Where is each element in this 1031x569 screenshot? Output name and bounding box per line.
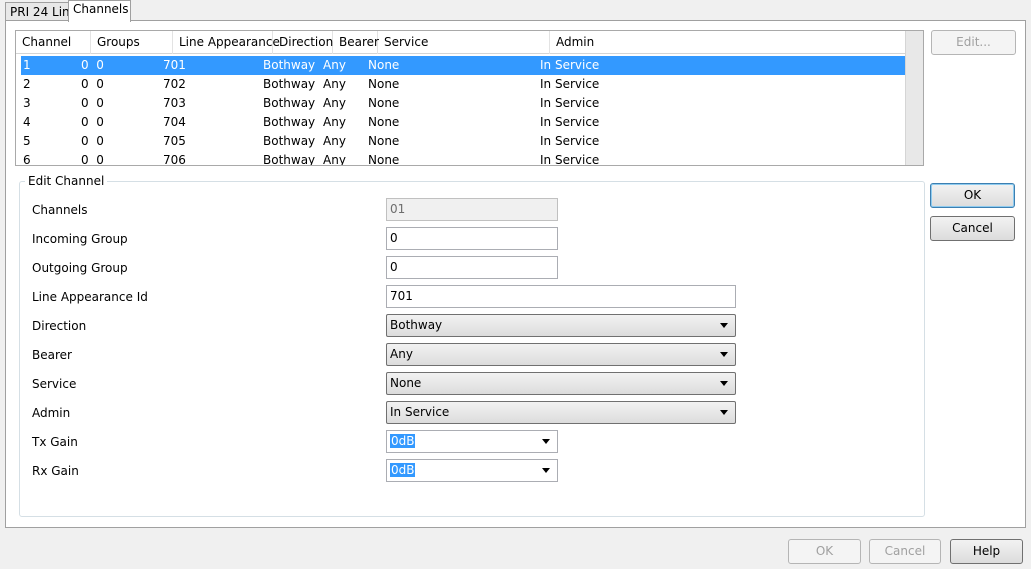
- cell-channel: 2: [23, 77, 31, 91]
- admin-dropdown-value: In Service: [390, 405, 450, 419]
- table-row[interactable]: 3 0 0 703 Bothway Any None In Service: [21, 94, 906, 113]
- cell-direction: Bothway: [263, 134, 316, 148]
- cell-groups: 0 0: [81, 77, 104, 91]
- cell-admin: In Service: [540, 115, 600, 129]
- channels-label: Channels: [32, 203, 88, 217]
- cell-line-appearance: 701: [163, 58, 186, 72]
- admin-dropdown[interactable]: In Service: [386, 401, 736, 424]
- edit-channel-title: Edit Channel: [25, 174, 108, 188]
- cell-line-appearance: 704: [163, 115, 186, 129]
- service-label: Service: [32, 377, 77, 391]
- cell-bearer: Any: [323, 77, 346, 91]
- cell-service: None: [368, 96, 400, 110]
- table-header: Channel Groups Line Appearance Direction…: [16, 31, 906, 54]
- chevron-down-icon: [720, 410, 728, 415]
- column-header-groups[interactable]: Groups: [91, 31, 173, 54]
- cell-direction: Bothway: [263, 115, 316, 129]
- cell-direction: Bothway: [263, 58, 316, 72]
- bearer-dropdown-value: Any: [390, 347, 413, 361]
- incoming-group-field[interactable]: 0: [386, 227, 558, 250]
- footer-cancel-button[interactable]: Cancel: [869, 539, 941, 564]
- cell-bearer: Any: [323, 153, 346, 166]
- admin-label: Admin: [32, 406, 71, 420]
- ok-button[interactable]: OK: [930, 183, 1015, 208]
- chevron-down-icon: [720, 352, 728, 357]
- footer-ok-button[interactable]: OK: [788, 539, 861, 564]
- chevron-down-icon[interactable]: [542, 468, 550, 473]
- cell-channel: 5: [23, 134, 31, 148]
- table-row[interactable]: 6 0 0 706 Bothway Any None In Service: [21, 151, 906, 166]
- tx-gain-value[interactable]: 0dB: [390, 434, 416, 448]
- table-row[interactable]: 4 0 0 704 Bothway Any None In Service: [21, 113, 906, 132]
- cell-admin: In Service: [540, 77, 600, 91]
- table-row[interactable]: 5 0 0 705 Bothway Any None In Service: [21, 132, 906, 151]
- cell-line-appearance: 702: [163, 77, 186, 91]
- cell-service: None: [368, 77, 400, 91]
- outgoing-group-label: Outgoing Group: [32, 261, 128, 275]
- outgoing-group-field[interactable]: 0: [386, 256, 558, 279]
- cell-groups: 0 0: [81, 153, 104, 166]
- cell-direction: Bothway: [263, 153, 316, 166]
- tx-gain-label: Tx Gain: [32, 435, 78, 449]
- chevron-down-icon[interactable]: [542, 439, 550, 444]
- cell-service: None: [368, 134, 400, 148]
- cell-bearer: Any: [323, 115, 346, 129]
- bearer-dropdown[interactable]: Any: [386, 343, 736, 366]
- column-header-admin[interactable]: Admin: [550, 31, 906, 54]
- tx-gain-combobox[interactable]: 0dB: [386, 430, 558, 453]
- direction-dropdown[interactable]: Bothway: [386, 314, 736, 337]
- service-dropdown-value: None: [390, 376, 422, 390]
- cell-channel: 3: [23, 96, 31, 110]
- column-header-direction[interactable]: Direction: [273, 31, 333, 54]
- cell-admin: In Service: [540, 134, 600, 148]
- incoming-group-label: Incoming Group: [32, 232, 128, 246]
- rx-gain-combobox[interactable]: 0dB: [386, 459, 558, 482]
- cell-bearer: Any: [323, 96, 346, 110]
- chevron-down-icon: [720, 381, 728, 386]
- cell-channel: 6: [23, 153, 31, 166]
- chevron-down-icon: [720, 323, 728, 328]
- table-row[interactable]: 2 0 0 702 Bothway Any None In Service: [21, 75, 906, 94]
- cell-direction: Bothway: [263, 77, 316, 91]
- help-button[interactable]: Help: [950, 539, 1023, 564]
- cell-line-appearance: 706: [163, 153, 186, 166]
- rx-gain-value[interactable]: 0dB: [390, 463, 416, 477]
- table-vertical-scrollbar[interactable]: [905, 31, 923, 165]
- cell-groups: 0 0: [81, 96, 104, 110]
- cell-groups: 0 0: [81, 58, 104, 72]
- tab-channels[interactable]: Channels: [68, 0, 131, 22]
- tab-pri-24-line[interactable]: PRI 24 Line: [5, 2, 77, 21]
- cell-groups: 0 0: [81, 115, 104, 129]
- cell-admin: In Service: [540, 153, 600, 166]
- column-header-channel[interactable]: Channel: [16, 31, 91, 54]
- line-appearance-id-field[interactable]: 701: [386, 285, 736, 308]
- cell-service: None: [368, 153, 400, 166]
- cell-channel: 1: [23, 58, 31, 72]
- cell-service: None: [368, 115, 400, 129]
- service-dropdown[interactable]: None: [386, 372, 736, 395]
- column-header-service[interactable]: Service: [378, 31, 550, 54]
- line-appearance-id-label: Line Appearance Id: [32, 290, 148, 304]
- channels-table: Channel Groups Line Appearance Direction…: [15, 30, 924, 166]
- direction-label: Direction: [32, 319, 87, 333]
- channels-field: 01: [386, 198, 558, 221]
- cell-bearer: Any: [323, 58, 346, 72]
- direction-dropdown-value: Bothway: [390, 318, 443, 332]
- cell-line-appearance: 705: [163, 134, 186, 148]
- cell-admin: In Service: [540, 58, 600, 72]
- column-header-line-appearance[interactable]: Line Appearance: [173, 31, 280, 54]
- cell-groups: 0 0: [81, 134, 104, 148]
- cell-line-appearance: 703: [163, 96, 186, 110]
- rx-gain-label: Rx Gain: [32, 464, 79, 478]
- cancel-button[interactable]: Cancel: [930, 216, 1015, 241]
- cell-service: None: [368, 58, 400, 72]
- bearer-label: Bearer: [32, 348, 72, 362]
- cell-bearer: Any: [323, 134, 346, 148]
- cell-channel: 4: [23, 115, 31, 129]
- table-row[interactable]: 1 0 0 701 Bothway Any None In Service: [21, 56, 906, 75]
- cell-admin: In Service: [540, 96, 600, 110]
- cell-direction: Bothway: [263, 96, 316, 110]
- column-header-bearer[interactable]: Bearer: [333, 31, 379, 54]
- edit-button[interactable]: Edit...: [931, 30, 1016, 55]
